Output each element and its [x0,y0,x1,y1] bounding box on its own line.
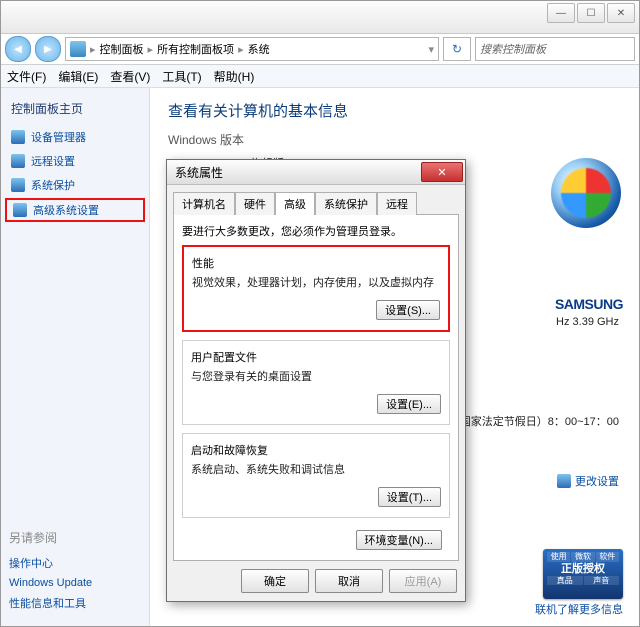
oem-brand: SAMSUNG [555,296,623,312]
edition-label: Windows 版本 [168,131,621,148]
group-desc: 与您登录有关的桌面设置 [191,368,441,384]
group-title: 性能 [192,255,440,271]
sidebar-see-also: 另请参阅 操作中心 Windows Update 性能信息和工具 [9,529,141,614]
sidebar-item-advanced[interactable]: 高级系统设置 [5,198,145,222]
shield-icon [11,130,25,144]
link-label: 更改设置 [575,473,619,489]
badge-cell: 真品 [547,576,583,586]
change-settings-link[interactable]: 更改设置 [557,473,619,489]
dialog-title: 系统属性 [175,164,223,181]
ok-button[interactable]: 确定 [241,569,309,593]
shield-icon [11,154,25,168]
breadcrumb-seg[interactable]: 系统 [248,41,270,57]
badge-title: 正版授权 [547,563,619,576]
sidebar-item-label: 远程设置 [31,153,75,169]
tab-hardware[interactable]: 硬件 [235,192,275,215]
group-title: 启动和故障恢复 [191,442,441,458]
page-title: 查看有关计算机的基本信息 [168,100,621,121]
chevron-right-icon: ▸ [90,43,96,56]
see-also-header: 另请参阅 [9,529,141,546]
badge-cell: 软件 [596,552,619,562]
breadcrumb-seg[interactable]: 控制面板 [100,41,144,57]
chevron-right-icon: ▸ [238,43,244,56]
badge-cell: 微软 [571,552,594,562]
nav-back-button[interactable]: ◀ [5,36,31,62]
minimize-button[interactable]: — [547,3,575,23]
tab-remote[interactable]: 远程 [377,192,417,215]
refresh-button[interactable]: ↻ [443,37,471,61]
menu-file[interactable]: 文件(F) [7,68,46,85]
sidebar-header: 控制面板主页 [1,96,149,125]
menu-view[interactable]: 查看(V) [110,68,150,85]
shield-icon [11,178,25,192]
shield-icon [557,474,571,488]
group-performance: 性能 视觉效果，处理器计划，内存使用，以及虚拟内存 设置(S)... [182,245,450,332]
computer-icon [70,41,86,57]
system-properties-dialog: 系统属性 ✕ 计算机名 硬件 高级 系统保护 远程 要进行大多数更改，您必须作为… [166,159,466,602]
sidebar-item-label: 高级系统设置 [33,202,99,218]
environment-variables-button[interactable]: 环境变量(N)... [356,530,442,550]
link-action-center[interactable]: 操作中心 [9,552,141,574]
breadcrumb-seg[interactable]: 所有控制面板项 [157,41,234,57]
link-windows-update[interactable]: Windows Update [9,574,141,592]
badge-cell: 声音 [584,576,620,586]
link-performance-info[interactable]: 性能信息和工具 [9,592,141,614]
tab-advanced[interactable]: 高级 [275,192,315,215]
profiles-settings-button[interactable]: 设置(E)... [377,394,441,414]
tab-system-protection[interactable]: 系统保护 [315,192,377,215]
menu-help[interactable]: 帮助(H) [214,68,255,85]
windows-logo-icon [551,158,621,228]
learn-more-link[interactable]: 联机了解更多信息 [535,601,623,617]
sidebar-item-protection[interactable]: 系统保护 [1,173,149,197]
group-startup-recovery: 启动和故障恢复 系统启动、系统失败和调试信息 设置(T)... [182,433,450,518]
sidebar-item-remote[interactable]: 远程设置 [1,149,149,173]
search-input[interactable]: 搜索控制面板 [475,37,635,61]
apply-button[interactable]: 应用(A) [389,569,457,593]
sidebar: 控制面板主页 设备管理器 远程设置 系统保护 高级系统设置 另请参阅 操作中心 … [1,88,150,627]
system-window: — ☐ ✕ ◀ ▶ ▸ 控制面板 ▸ 所有控制面板项 ▸ 系统 ▾ ↻ 搜索控制… [0,0,640,627]
menu-tools[interactable]: 工具(T) [162,68,201,85]
group-desc: 系统启动、系统失败和调试信息 [191,461,441,477]
env-row: 环境变量(N)... [182,526,450,550]
titlebar: — ☐ ✕ [1,1,639,34]
badge-cell: 使用 [547,552,570,562]
close-button[interactable]: ✕ [607,3,635,23]
cpu-speed: Hz 3.39 GHz [556,316,619,328]
menu-bar: 文件(F) 编辑(E) 查看(V) 工具(T) 帮助(H) [1,65,639,88]
sidebar-item-label: 系统保护 [31,177,75,193]
support-hours: 国家法定节假日）8：00~17：00 [460,413,619,429]
dialog-close-button[interactable]: ✕ [421,162,463,182]
sidebar-item-device-manager[interactable]: 设备管理器 [1,125,149,149]
chevron-down-icon[interactable]: ▾ [428,43,434,56]
menu-edit[interactable]: 编辑(E) [58,68,98,85]
tab-panel-advanced: 要进行大多数更改，您必须作为管理员登录。 性能 视觉效果，处理器计划，内存使用，… [173,214,459,561]
maximize-button[interactable]: ☐ [577,3,605,23]
group-user-profiles: 用户配置文件 与您登录有关的桌面设置 设置(E)... [182,340,450,425]
sidebar-item-label: 设备管理器 [31,129,86,145]
dialog-buttons: 确定 取消 应用(A) [167,561,465,601]
cancel-button[interactable]: 取消 [315,569,383,593]
breadcrumb[interactable]: ▸ 控制面板 ▸ 所有控制面板项 ▸ 系统 ▾ [65,37,439,61]
performance-settings-button[interactable]: 设置(S)... [376,300,440,320]
tab-computer-name[interactable]: 计算机名 [173,192,235,215]
startup-settings-button[interactable]: 设置(T)... [378,487,441,507]
address-bar: ◀ ▶ ▸ 控制面板 ▸ 所有控制面板项 ▸ 系统 ▾ ↻ 搜索控制面板 [1,34,639,65]
group-title: 用户配置文件 [191,349,441,365]
chevron-right-icon: ▸ [148,43,154,56]
nav-forward-button[interactable]: ▶ [35,36,61,62]
admin-note: 要进行大多数更改，您必须作为管理员登录。 [182,223,450,239]
genuine-badge: 使用微软软件 正版授权 真品声音 [543,549,623,599]
dialog-titlebar: 系统属性 ✕ [167,160,465,185]
group-desc: 视觉效果，处理器计划，内存使用，以及虚拟内存 [192,274,440,290]
shield-icon [13,203,27,217]
tab-strip: 计算机名 硬件 高级 系统保护 远程 [167,185,465,214]
